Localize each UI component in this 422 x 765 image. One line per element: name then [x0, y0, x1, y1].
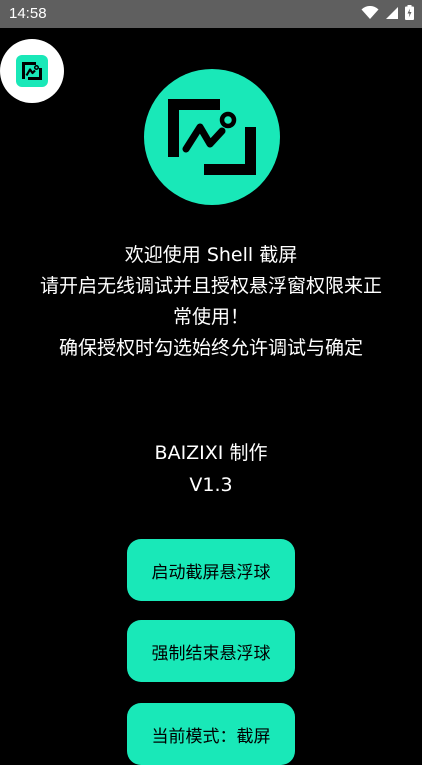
screenshot-image-icon	[16, 55, 48, 87]
authorization-note: 确保授权时勾选始终允许调试与确定	[58, 337, 363, 359]
start-floating-ball-button[interactable]: 启动截屏悬浮球	[127, 539, 295, 601]
author-text: BAIZIXI 制作	[154, 442, 268, 464]
status-icons	[361, 4, 414, 24]
signal-icon	[385, 5, 399, 24]
permission-instruction: 请开启无线调试并且授权悬浮窗权限来正	[39, 275, 382, 297]
welcome-text: 欢迎使用 Shell 截屏	[124, 244, 298, 266]
status-bar: 14:58	[0, 0, 422, 28]
screenshot-image-icon	[168, 99, 256, 175]
intro-text: 欢迎使用 Shell 截屏 请开启无线调试并且授权悬浮窗权限来正 常使用！ 确保…	[0, 240, 422, 364]
battery-icon	[405, 4, 414, 24]
meta-info: BAIZIXI 制作 V1.3	[0, 437, 422, 501]
status-time: 14:58	[9, 5, 47, 22]
mode-toggle-button[interactable]: 当前模式：截屏	[127, 703, 295, 765]
wifi-icon	[361, 5, 379, 24]
stop-floating-ball-button[interactable]: 强制结束悬浮球	[127, 620, 295, 682]
app-logo	[144, 69, 280, 205]
permission-instruction-cont: 常使用！	[172, 306, 249, 328]
version-text: V1.3	[189, 474, 233, 496]
floating-ball-icon[interactable]	[0, 39, 64, 103]
